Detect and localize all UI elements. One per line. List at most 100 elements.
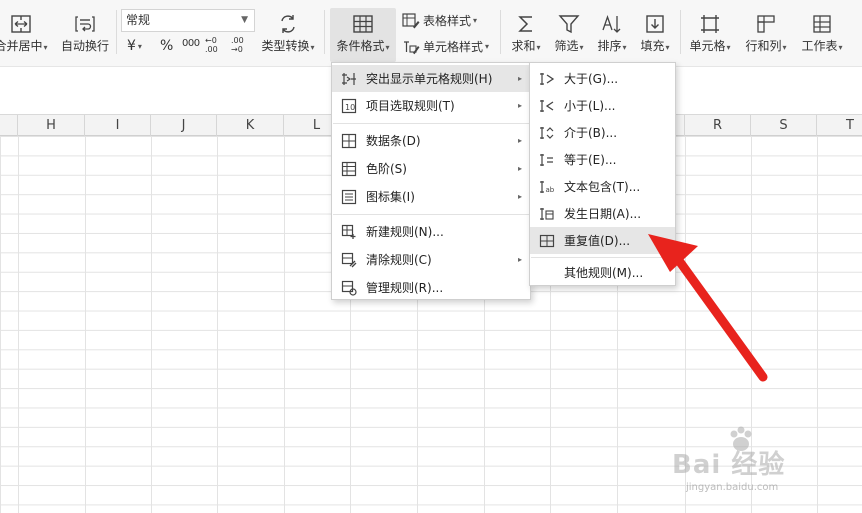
menu-item-color-scale[interactable]: 色阶(S) ▸ xyxy=(332,155,530,182)
between-icon xyxy=(540,126,554,139)
color-scale-icon xyxy=(341,161,357,176)
ribbon-separator xyxy=(116,10,117,54)
grid-line xyxy=(18,136,19,513)
chevron-down-icon: ▾ xyxy=(536,43,541,52)
menu-item-duplicate-values[interactable]: 重复值(D)... xyxy=(530,227,675,254)
sigma-icon xyxy=(518,16,532,32)
ribbon-separator xyxy=(500,10,501,54)
menu-item-between[interactable]: 介于(B)... xyxy=(530,119,675,146)
menu-separator xyxy=(531,257,674,258)
chevron-down-icon: ▾ xyxy=(473,16,478,25)
column-header[interactable]: H xyxy=(18,115,85,136)
fill-down-icon xyxy=(646,15,664,33)
chevron-down-icon: ▾ xyxy=(43,43,48,52)
percent-format-button[interactable]: % xyxy=(160,38,173,54)
worksheet-button[interactable]: 工作表▾ xyxy=(795,10,849,54)
date-occurring-icon xyxy=(540,207,554,220)
chevron-down-icon: ▾ xyxy=(838,43,843,52)
submenu-arrow-icon: ▸ xyxy=(517,255,522,264)
watermark-brand: Bai 经验 xyxy=(672,450,786,480)
menu-item-less-than[interactable]: 小于(L)... xyxy=(530,92,675,119)
cell-style-icon xyxy=(404,40,420,54)
chevron-down-icon: ▾ xyxy=(726,43,731,52)
conditional-format-menu: 突出显示单元格规则(H) ▸ 10 项目选取规则(T) ▸ 数据条(D) ▸ 色… xyxy=(331,62,531,300)
menu-item-date-occurring[interactable]: 发生日期(A)... xyxy=(530,200,675,227)
ribbon-separator xyxy=(324,10,325,54)
menu-item-text-contains[interactable]: ab 文本包含(T)... xyxy=(530,173,675,200)
chevron-down-icon: ▾ xyxy=(485,42,490,51)
filter-icon xyxy=(558,15,580,34)
table-style-icon xyxy=(402,12,420,28)
menu-separator xyxy=(333,123,529,124)
column-header[interactable]: K xyxy=(217,115,284,136)
menu-item-clear-rules[interactable]: 清除规则(C) ▸ xyxy=(332,246,530,273)
clear-rules-icon xyxy=(341,252,357,267)
manage-rules-icon xyxy=(341,280,357,296)
thousands-separator-button[interactable]: 000 xyxy=(182,38,200,49)
merge-cells-icon xyxy=(11,15,31,33)
duplicate-values-icon xyxy=(539,234,555,247)
submenu-arrow-icon: ▸ xyxy=(517,136,522,145)
sort-icon xyxy=(602,15,621,33)
menu-item-highlight-rules[interactable]: 突出显示单元格规则(H) ▸ xyxy=(332,65,530,92)
row-column-button[interactable]: 行和列▾ xyxy=(740,10,792,54)
ribbon-separator xyxy=(680,10,681,54)
decrease-decimal-button[interactable]: .00 →0 xyxy=(231,36,251,54)
chevron-down-icon: ▾ xyxy=(310,43,315,52)
less-than-icon xyxy=(540,99,554,112)
text-contains-icon: ab xyxy=(540,180,555,194)
menu-item-top-bottom-rules[interactable]: 10 项目选取规则(T) ▸ xyxy=(332,92,530,119)
column-header[interactable] xyxy=(0,115,18,136)
top-bottom-rules-icon: 10 xyxy=(341,98,357,113)
grid-line xyxy=(85,136,86,513)
wrap-text-icon xyxy=(75,16,95,32)
conditional-format-button[interactable]: 条件格式▾ xyxy=(330,8,396,62)
menu-item-equal-to[interactable]: 等于(E)... xyxy=(530,146,675,173)
filter-button[interactable]: 筛选▾ xyxy=(548,10,590,54)
menu-separator xyxy=(333,214,529,215)
number-format-select[interactable]: 常规 ▼ xyxy=(121,9,255,32)
menu-item-manage-rules[interactable]: 管理规则(R)... xyxy=(332,274,530,301)
chevron-down-icon: ▾ xyxy=(579,43,584,52)
column-header[interactable]: R xyxy=(685,115,751,136)
cell-button[interactable]: 单元格▾ xyxy=(684,10,736,54)
type-convert-button[interactable]: 类型转换▾ xyxy=(257,10,319,54)
menu-item-greater-than[interactable]: 大于(G)... xyxy=(530,65,675,92)
sum-button[interactable]: 求和▾ xyxy=(506,10,546,54)
chevron-down-icon: ▾ xyxy=(622,43,627,52)
sort-button[interactable]: 排序▾ xyxy=(591,10,633,54)
column-header[interactable]: J xyxy=(151,115,217,136)
grid-line xyxy=(151,136,152,513)
column-header[interactable]: I xyxy=(85,115,151,136)
highlight-rules-submenu: 大于(G)... 小于(L)... 介于(B)... 等于(E)... ab 文… xyxy=(529,62,676,286)
svg-text:10: 10 xyxy=(345,103,355,112)
fill-button[interactable]: 填充▾ xyxy=(634,10,676,54)
increase-decimal-button[interactable]: ←0 .00 xyxy=(205,36,225,54)
row-column-icon xyxy=(757,15,775,33)
grid-line xyxy=(217,136,218,513)
menu-item-icon-sets[interactable]: 图标集(I) ▸ xyxy=(332,183,530,210)
cell-icon xyxy=(701,15,719,33)
table-style-button[interactable]: 表格样式 ▾ xyxy=(402,12,477,29)
menu-item-new-rule[interactable]: 新建规则(N)... xyxy=(332,218,530,245)
submenu-arrow-icon: ▸ xyxy=(517,164,522,173)
currency-format-button[interactable]: ¥ ▾ xyxy=(127,38,142,54)
chevron-down-icon: ▾ xyxy=(137,41,142,51)
ribbon-toolbar: 合并居中▾ 自动换行 常规 ▼ ¥ ▾ % 000 ←0 .00 .00 →0 类… xyxy=(0,0,862,66)
menu-item-data-bars[interactable]: 数据条(D) ▸ xyxy=(332,127,530,154)
menu-item-other-rules[interactable]: 其他规则(M)... xyxy=(530,259,675,286)
column-header[interactable]: S xyxy=(751,115,817,136)
worksheet-icon xyxy=(813,15,831,33)
cell-style-button[interactable]: 单元格样式 ▾ xyxy=(402,38,489,55)
new-rule-icon xyxy=(341,224,356,239)
submenu-arrow-icon: ▸ xyxy=(517,101,522,110)
convert-icon xyxy=(281,15,295,33)
chevron-down-icon: ▾ xyxy=(385,43,390,52)
highlight-rules-icon xyxy=(342,72,356,85)
merge-center-button[interactable]: 合并居中▾ xyxy=(0,10,52,54)
column-header[interactable]: T xyxy=(817,115,862,136)
wrap-text-button[interactable]: 自动换行 xyxy=(56,10,114,54)
chevron-down-icon: ▾ xyxy=(665,43,670,52)
grid-line xyxy=(284,136,285,513)
watermark: Bai 经验 jingyan.baidu.com xyxy=(672,426,822,498)
